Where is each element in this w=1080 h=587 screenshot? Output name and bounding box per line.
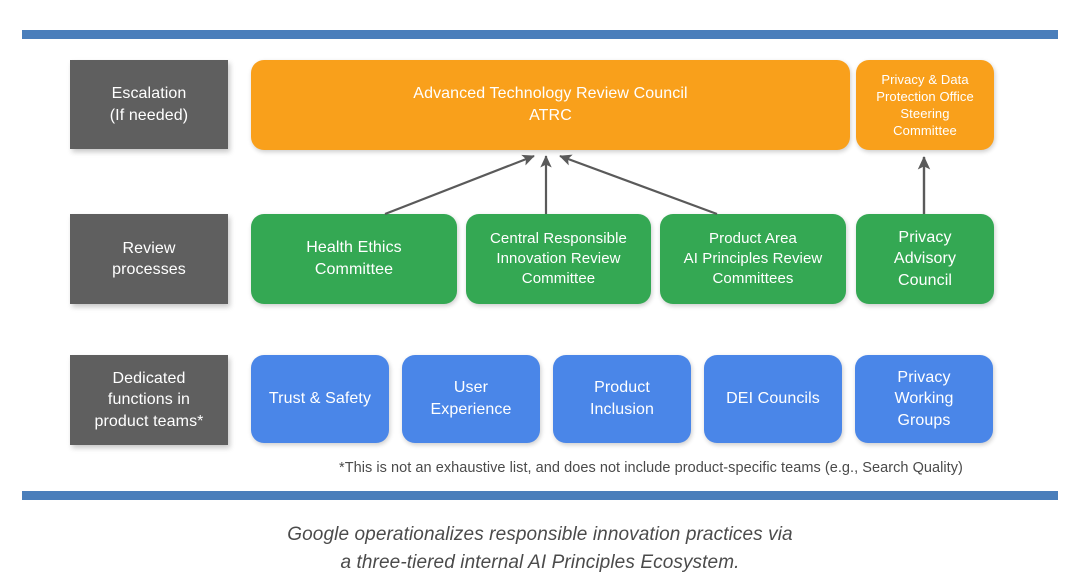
node-product-area-ai-principles-review-committees[interactable]: Product Area AI Principles Review Commit…	[660, 214, 846, 304]
node-product-inclusion[interactable]: Product Inclusion	[553, 355, 691, 443]
footnote-text: *This is not an exhaustive list, and doe…	[339, 460, 963, 476]
node-privacy-data-protection-office-steering-committee[interactable]: Privacy & Data Protection Office Steerin…	[856, 60, 994, 150]
connector-product-area-to-atrc	[559, 154, 718, 216]
node-privacy-working-groups[interactable]: Privacy Working Groups	[855, 355, 993, 443]
node-user-experience[interactable]: User Experience	[402, 355, 540, 443]
node-trust-and-safety[interactable]: Trust & Safety	[251, 355, 389, 443]
node-health-ethics-committee[interactable]: Health Ethics Committee	[251, 214, 457, 304]
tier-label-dedicated-functions: Dedicated functions in product teams*	[70, 355, 228, 445]
node-central-responsible-innovation-review-committee[interactable]: Central Responsible Innovation Review Co…	[466, 214, 651, 304]
node-privacy-advisory-council[interactable]: Privacy Advisory Council	[856, 214, 994, 304]
node-dei-councils[interactable]: DEI Councils	[704, 355, 842, 443]
diagram-caption: Google operationalizes responsible innov…	[287, 524, 793, 573]
top-divider-rule	[22, 30, 1058, 39]
diagram-canvas: Escalation (If needed) Advanced Technolo…	[0, 0, 1080, 587]
connector-health-ethics-to-atrc	[384, 154, 535, 216]
bottom-divider-rule	[22, 491, 1058, 500]
tier-label-escalation: Escalation (If needed)	[70, 60, 228, 149]
tier-label-review-processes: Review processes	[70, 214, 228, 304]
node-advanced-technology-review-council[interactable]: Advanced Technology Review Council ATRC	[251, 60, 850, 150]
